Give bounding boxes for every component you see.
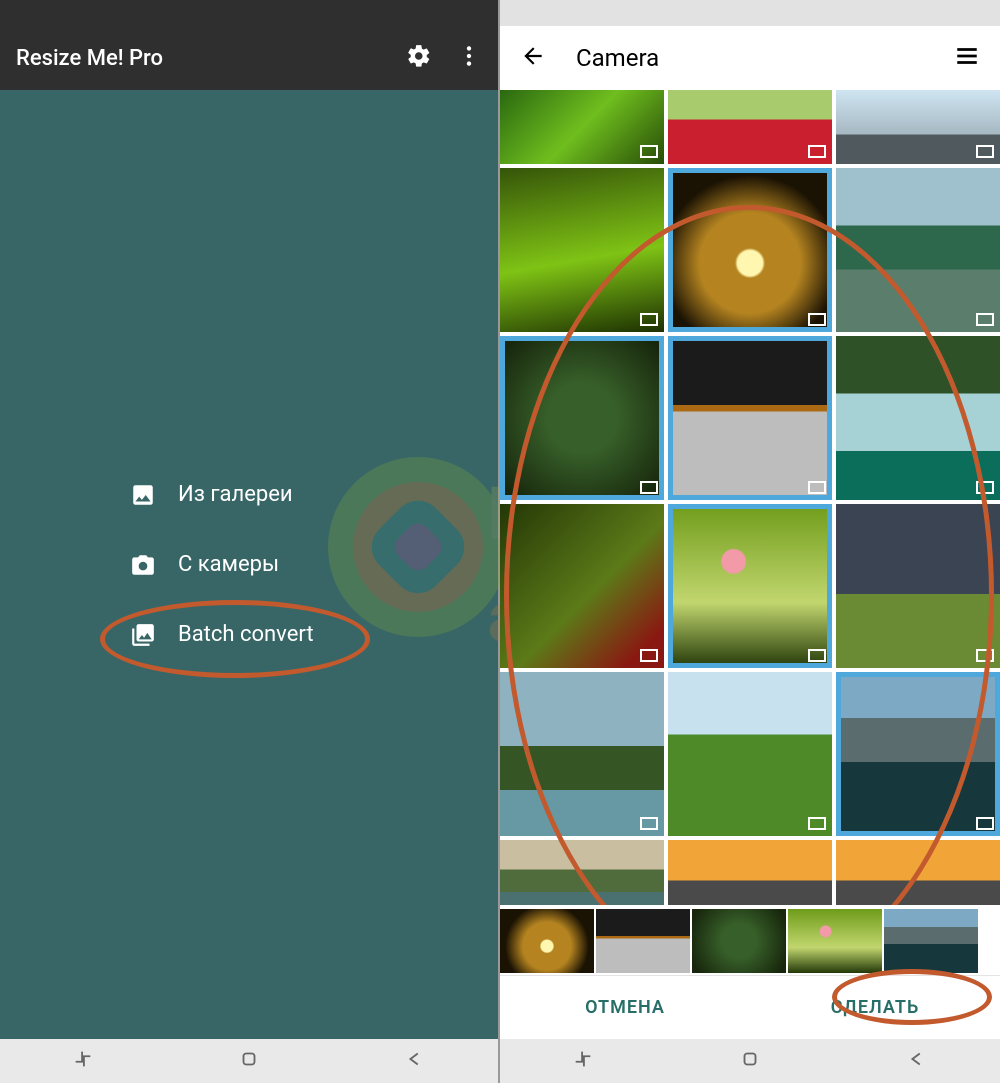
image-grid-wrap (500, 90, 1000, 905)
nav-bar (500, 1039, 1000, 1083)
landscape-badge-icon (808, 649, 826, 662)
menu-label-camera: С камеры (178, 552, 279, 577)
landscape-badge-icon (808, 817, 826, 830)
thumb-golf-path[interactable] (668, 672, 832, 836)
watermark-logo: ka an (328, 457, 508, 637)
more-vert-icon[interactable] (456, 43, 482, 73)
screen-resize-me: Resize Me! Pro ka an Из галереи (0, 0, 500, 1083)
menu-from-gallery[interactable]: Из галереи (130, 482, 293, 508)
thumb-night-tree[interactable] (668, 168, 832, 332)
thumb-roof[interactable] (836, 90, 1000, 164)
gear-icon[interactable] (406, 43, 432, 73)
landscape-badge-icon (640, 145, 658, 158)
selection-strip (500, 905, 1000, 975)
thumb-river[interactable] (500, 840, 664, 905)
home-icon[interactable] (238, 1048, 260, 1074)
landscape-badge-icon (976, 313, 994, 326)
landscape-badge-icon (808, 313, 826, 326)
app-title: Resize Me! Pro (16, 46, 406, 71)
menu-label-gallery: Из галереи (178, 482, 293, 507)
selected-mini-mountains[interactable] (884, 909, 978, 973)
recent-apps-icon[interactable] (572, 1048, 594, 1074)
thumb-leaves[interactable] (500, 168, 664, 332)
landscape-badge-icon (640, 817, 658, 830)
thumb-waterfall[interactable] (836, 336, 1000, 500)
thumb-sunset[interactable] (668, 840, 832, 905)
landscape-badge-icon (976, 817, 994, 830)
image-icon (130, 482, 156, 508)
thumb-mountains[interactable] (836, 672, 1000, 836)
annotation-highlight-done (832, 969, 992, 1025)
back-arrow-icon[interactable] (520, 43, 546, 73)
landscape-badge-icon (640, 649, 658, 662)
app-bar: Resize Me! Pro (0, 26, 498, 90)
selected-mini-meadow[interactable] (788, 909, 882, 973)
thumb-moon[interactable] (668, 336, 832, 500)
status-bar (0, 0, 498, 26)
thumb-raspberry[interactable] (668, 90, 832, 164)
thumb-cannabis[interactable] (500, 336, 664, 500)
landscape-badge-icon (808, 145, 826, 158)
nav-bar (0, 1039, 498, 1083)
screen-gallery-picker: Camera (500, 0, 1000, 1083)
back-nav-icon[interactable] (404, 1048, 426, 1074)
selected-mini-night-tree[interactable] (500, 909, 594, 973)
thumb-meadow-flowers[interactable] (668, 504, 832, 668)
toolbar: Camera (500, 26, 1000, 90)
landscape-badge-icon (640, 313, 658, 326)
thumb-lagoon[interactable] (500, 672, 664, 836)
landscape-badge-icon (976, 481, 994, 494)
annotation-highlight-batch (100, 600, 370, 678)
back-nav-icon[interactable] (906, 1048, 928, 1074)
menu-from-camera[interactable]: С камеры (130, 552, 279, 578)
landscape-badge-icon (976, 649, 994, 662)
landscape-badge-icon (640, 481, 658, 494)
thumb-strawberry[interactable] (500, 504, 664, 668)
app-body: ka an Из галереи С камеры Batch convert (0, 90, 498, 1039)
status-bar (500, 0, 1000, 26)
landscape-badge-icon (976, 145, 994, 158)
cancel-button[interactable]: ОТМЕНА (500, 976, 750, 1039)
recent-apps-icon[interactable] (72, 1048, 94, 1074)
landscape-badge-icon (808, 481, 826, 494)
thumb-grass[interactable] (500, 90, 664, 164)
camera-icon (130, 552, 156, 578)
toolbar-title: Camera (576, 44, 954, 72)
thumb-sunset2[interactable] (836, 840, 1000, 905)
image-grid (500, 90, 1000, 905)
hamburger-icon[interactable] (954, 43, 980, 73)
selected-mini-cannabis[interactable] (692, 909, 786, 973)
thumb-storm[interactable] (836, 504, 1000, 668)
selected-mini-moon[interactable] (596, 909, 690, 973)
thumb-lake[interactable] (836, 168, 1000, 332)
home-icon[interactable] (739, 1048, 761, 1074)
